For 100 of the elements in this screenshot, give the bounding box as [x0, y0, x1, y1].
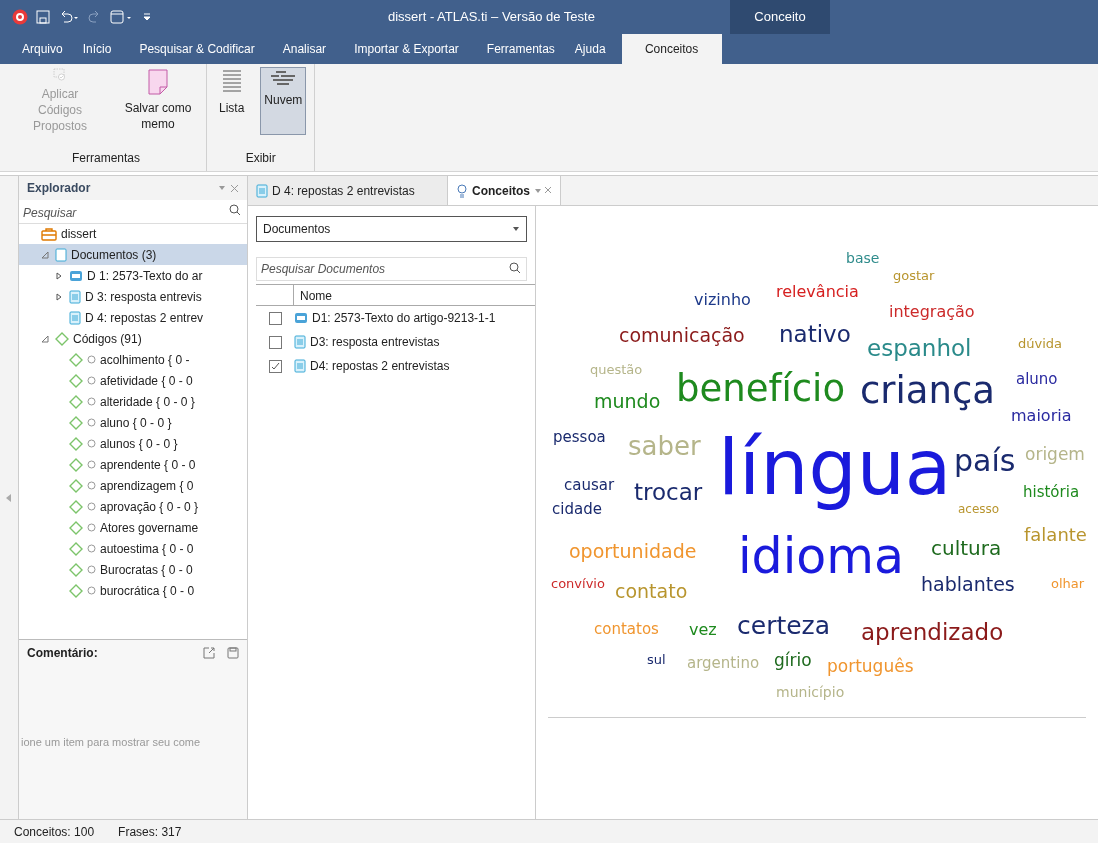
- cloud-word[interactable]: causar: [564, 476, 615, 495]
- save-icon[interactable]: [227, 647, 239, 659]
- context-tab-header: Conceito: [730, 0, 830, 34]
- diamond-icon: [69, 520, 83, 535]
- window-icon[interactable]: [110, 10, 134, 24]
- document-name[interactable]: D4: repostas 2 entrevistas: [310, 357, 450, 375]
- cloud-word[interactable]: língua: [718, 420, 952, 515]
- cloud-word[interactable]: espanhol: [867, 334, 972, 363]
- cloud-word[interactable]: certeza: [737, 610, 831, 642]
- circle-icon: [87, 397, 96, 406]
- cloud-word[interactable]: aprendizado: [861, 618, 1004, 647]
- ribbon-button[interactable]: Salvar como memo: [118, 67, 198, 135]
- cloud-word[interactable]: cidade: [552, 500, 602, 519]
- document-dropdown[interactable]: Documentos: [256, 216, 527, 242]
- tree-item[interactable]: D 3: resposta entrevis: [19, 286, 247, 307]
- cloud-word[interactable]: integração: [889, 302, 975, 322]
- cloud-word[interactable]: aluno: [1016, 370, 1058, 389]
- collapse-arrow-icon[interactable]: [41, 334, 49, 343]
- cloud-word[interactable]: vizinho: [694, 290, 751, 310]
- tree-item[interactable]: D 4: repostas 2 entrev: [19, 307, 247, 328]
- cloud-word[interactable]: relevância: [776, 282, 859, 302]
- tree-item[interactable]: dissert: [19, 223, 247, 244]
- tree-item[interactable]: aprendente { 0 - 0: [19, 454, 247, 475]
- tree-label: afetividade { 0 - 0: [100, 372, 193, 390]
- document-name[interactable]: D1: 2573-Texto do artigo-9213-1-1: [312, 309, 496, 327]
- cloud-word[interactable]: mundo: [594, 390, 661, 414]
- tree-item[interactable]: Documentos (3): [19, 244, 247, 265]
- document-icon: [294, 359, 306, 373]
- ribbon-button[interactable]: Nuvem: [260, 67, 307, 135]
- menu-tab[interactable]: Analisar: [272, 34, 337, 64]
- tree-item[interactable]: Burocratas { 0 - 0: [19, 559, 247, 580]
- tree-item[interactable]: aprovação { 0 - 0 }: [19, 496, 247, 517]
- cloud-word[interactable]: convívio: [551, 576, 605, 593]
- menu-tab[interactable]: Conceitos: [621, 34, 722, 64]
- tree-item[interactable]: D 1: 2573-Texto do ar: [19, 265, 247, 286]
- checkbox[interactable]: [268, 311, 282, 325]
- tree-item[interactable]: alunos { 0 - 0 }: [19, 433, 247, 454]
- circle-icon: [87, 565, 96, 574]
- tree-item[interactable]: alteridade { 0 - 0 }: [19, 391, 247, 412]
- cloud-word[interactable]: criança: [860, 368, 995, 415]
- document-tab[interactable]: Conceitos: [448, 176, 561, 205]
- cloud-word[interactable]: vez: [689, 620, 717, 640]
- expand-arrow-icon[interactable]: [55, 292, 63, 301]
- diamond-icon: [69, 562, 83, 577]
- cloud-word[interactable]: base: [846, 250, 880, 268]
- menu-tab[interactable]: Ajuda: [564, 34, 616, 64]
- briefcase-icon: [41, 226, 57, 241]
- ribbon-button[interactable]: Lista: [215, 67, 249, 135]
- cloud-word[interactable]: pessoa: [553, 428, 606, 447]
- menu-tab[interactable]: Ferramentas: [476, 34, 565, 64]
- cloud-word[interactable]: idioma: [738, 526, 905, 588]
- menu-tab[interactable]: Início: [72, 34, 122, 64]
- diamond-icon: [69, 352, 83, 367]
- cloud-word[interactable]: hablantes: [921, 573, 1015, 597]
- cloud-word[interactable]: país: [954, 442, 1016, 480]
- search-field[interactable]: Pesquisar Documentos: [256, 257, 527, 281]
- tree-item[interactable]: Códigos (91): [19, 328, 247, 349]
- tab-menu-icon[interactable]: [534, 186, 552, 195]
- document-tab[interactable]: D 4: repostas 2 entrevistas: [248, 176, 448, 205]
- collapse-arrow-icon[interactable]: [41, 250, 49, 259]
- tree-item[interactable]: afetividade { 0 - 0: [19, 370, 247, 391]
- tree-label: Burocratas { 0 - 0: [100, 561, 193, 579]
- menu-tab[interactable]: Pesquisar & Codificar: [121, 34, 273, 64]
- menu-tab[interactable]: Importar & Exportar: [336, 34, 477, 64]
- tree-item[interactable]: acolhimento { 0 -: [19, 349, 247, 370]
- tree-item[interactable]: aluno { 0 - 0 }: [19, 412, 247, 433]
- cloud-word[interactable]: história: [1023, 483, 1080, 502]
- tree-item[interactable]: autoestima { 0 - 0: [19, 538, 247, 559]
- close-icon[interactable]: [230, 183, 239, 193]
- cloud-word[interactable]: gírio: [774, 650, 812, 672]
- circle-icon: [87, 460, 96, 469]
- cloud-word[interactable]: comunicação: [619, 324, 745, 348]
- menu-tab[interactable]: Arquivo: [12, 34, 73, 64]
- group-label: Exibir: [245, 150, 276, 167]
- diamond-icon: [69, 394, 83, 409]
- cloud-word[interactable]: nativo: [779, 320, 851, 349]
- document-name[interactable]: D3: resposta entrevistas: [310, 333, 440, 351]
- tree-item[interactable]: Atores govername: [19, 517, 247, 538]
- cloud-word[interactable]: maioria: [1011, 406, 1072, 426]
- search-field[interactable]: Pesquisar: [19, 203, 247, 224]
- customize-icon[interactable]: [142, 12, 152, 22]
- checkbox[interactable]: [268, 335, 282, 349]
- panel-title: Explorador: [27, 180, 91, 197]
- tree-label: aprendente { 0 - 0: [100, 456, 196, 474]
- cloud-word[interactable]: trocar: [634, 478, 703, 507]
- cloud-word[interactable]: sul: [647, 652, 666, 669]
- circle-icon: [87, 544, 96, 553]
- cloud-word[interactable]: cultura: [931, 536, 1002, 561]
- tree-label: Códigos (91): [73, 330, 142, 348]
- column-header[interactable]: Nome: [294, 285, 332, 305]
- external-link-icon[interactable]: [203, 647, 215, 659]
- tree-item[interactable]: aprendizagem { 0: [19, 475, 247, 496]
- diamond-icon: [69, 478, 83, 493]
- tree-item[interactable]: burocrática { 0 - 0: [19, 580, 247, 601]
- cloud-word[interactable]: benefício: [676, 366, 846, 413]
- checkbox[interactable]: [268, 359, 282, 373]
- tree-label: D 4: repostas 2 entrev: [85, 309, 204, 327]
- tree-label: burocrática { 0 - 0: [100, 582, 195, 600]
- expand-arrow-icon[interactable]: [55, 271, 63, 280]
- dropdown-icon[interactable]: [218, 184, 226, 192]
